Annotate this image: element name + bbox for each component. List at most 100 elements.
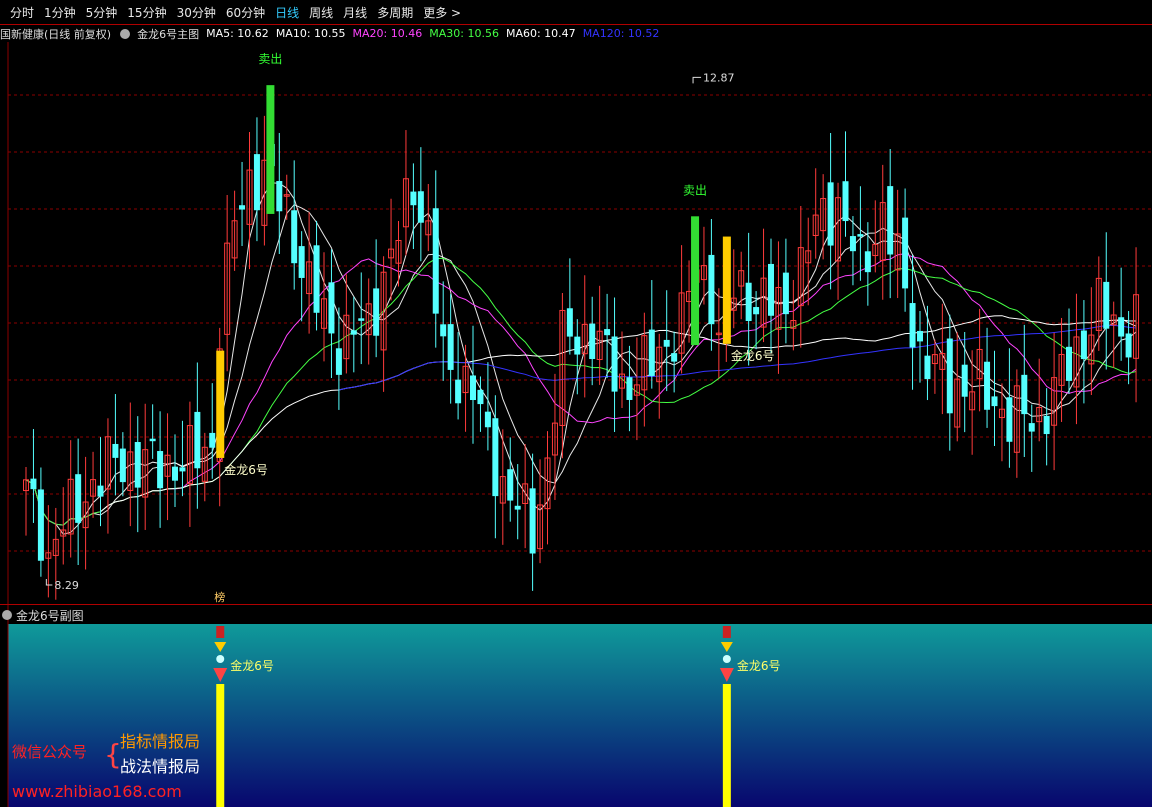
sub-yellow-bar [216, 684, 225, 807]
candle-body [119, 448, 126, 483]
candle-body [626, 377, 633, 400]
ma-line-ma60 [100, 315, 1137, 513]
candle-body [611, 336, 618, 392]
candle-body [663, 339, 670, 347]
candle-body [708, 254, 715, 325]
candle-body [447, 324, 454, 370]
candle-body [1125, 333, 1132, 358]
candle-body [432, 208, 439, 314]
candle-body [917, 330, 923, 342]
candle-body [1021, 374, 1028, 415]
sub-red-bar [722, 626, 731, 638]
candle-body [1006, 397, 1013, 442]
candle-body [745, 282, 752, 321]
candle-body [335, 348, 342, 375]
period-tab[interactable]: 日线 [275, 4, 299, 21]
period-tab[interactable]: 更多 > [423, 4, 461, 21]
candle-body [328, 282, 335, 334]
candle-body [768, 263, 774, 316]
indicator-name[interactable]: 金龙6号主图 [137, 26, 199, 42]
candle-body [477, 389, 484, 405]
period-tab[interactable]: 15分钟 [127, 4, 166, 21]
sell-bar [691, 216, 700, 346]
candle-body [589, 323, 596, 360]
period-tab[interactable]: 周线 [309, 4, 333, 21]
candle-body [30, 478, 37, 490]
watermark-url: www.zhibiao168.com [12, 782, 182, 801]
sub-signal-label: 金龙6号 [737, 658, 781, 673]
candle-body [864, 251, 871, 273]
sub-panel-background [8, 624, 1152, 807]
main-indicator-header: 国新健康(日线 前复权) 金龙6号主图 MA5: 10.62 MA10: 10.5… [0, 25, 1152, 42]
candle-body [373, 288, 380, 336]
period-tab[interactable]: 分时 [10, 4, 34, 21]
candle-body [648, 329, 655, 376]
candle-body [112, 443, 119, 458]
period-tab[interactable]: 多周期 [377, 4, 413, 21]
candle-body [298, 246, 305, 278]
candle-body [291, 210, 298, 264]
candle-body [574, 336, 581, 355]
candle-body [350, 330, 357, 335]
sub-red-bar [216, 626, 225, 638]
candle-body [194, 411, 201, 469]
candle-body [1043, 415, 1050, 435]
low-price-mark: 8.29 [54, 579, 79, 592]
signal-marks: 金龙6号金龙6号卖出卖出8.2912.87榜 [45, 52, 775, 604]
stock-title: 国新健康(日线 前复权) [0, 27, 112, 41]
candle-body [1066, 346, 1072, 381]
candle-body [842, 181, 849, 222]
period-tab[interactable]: 1分钟 [44, 4, 76, 21]
signal-label: 金龙6号 [731, 348, 775, 363]
candle-body [671, 353, 678, 362]
ma-legend-item: MA20: 10.46 [352, 27, 423, 40]
candle-body [417, 191, 424, 223]
candle-body [887, 186, 894, 255]
candle-body [410, 191, 417, 206]
period-tab[interactable]: 60分钟 [226, 4, 265, 21]
candle-body [849, 236, 856, 252]
candle-body [209, 432, 216, 448]
candle-body [604, 329, 611, 336]
candle-body [358, 318, 365, 321]
price-grid [8, 94, 1152, 552]
candle-body [1080, 330, 1087, 360]
candle-body [276, 181, 283, 212]
sub-signal-label: 金龙6号 [230, 658, 274, 673]
sell-label: 卖出 [683, 183, 707, 197]
sell-bar [266, 85, 275, 214]
candle-body [37, 489, 44, 561]
low-mark-pointer [45, 578, 53, 586]
ma-legend-item: MA30: 10.56 [429, 27, 499, 40]
candle-body [157, 451, 164, 489]
gem-icon [722, 655, 731, 663]
period-tab[interactable]: 月线 [343, 4, 367, 21]
candle-body [172, 466, 178, 481]
candle-body [149, 438, 156, 442]
candle-body [984, 361, 991, 410]
watermark-line2: 战法情报局 [120, 757, 200, 776]
candle-body [440, 324, 447, 337]
candle-body [1028, 423, 1035, 432]
candles [23, 115, 1140, 600]
candle-body [313, 245, 320, 313]
ma-legend: MA5: 10.62 MA10: 10.55 MA20: 10.46 MA30: 10… [206, 27, 666, 40]
signal-bar [216, 350, 225, 458]
candle-body [253, 154, 260, 211]
period-tab[interactable]: 5分钟 [86, 4, 118, 21]
candle-body [134, 442, 141, 488]
candle-body [1103, 281, 1110, 329]
candle-body [507, 469, 514, 501]
sub-indicator-name[interactable]: 金龙6号副图 [16, 607, 84, 624]
ma-legend-item: MA120: 10.52 [582, 27, 660, 40]
candle-body [179, 467, 186, 472]
ma-legend-item: MA5: 10.62 [206, 27, 269, 40]
kline-chart[interactable]: 金龙6号金龙6号卖出卖出8.2912.87榜 金龙6号 金龙6号微信公众号 {指标情… [0, 0, 1152, 807]
period-toolbar: 分时 1分钟 5分钟 15分钟 30分钟 60分钟 日线 周线 月线 多周期 更多 > [0, 0, 1152, 25]
sub-indicator-dropdown-icon[interactable] [2, 610, 12, 620]
indicator-dropdown-icon[interactable] [120, 28, 131, 39]
candle-body [492, 418, 499, 497]
candle-body [991, 396, 998, 407]
period-tab[interactable]: 30分钟 [177, 4, 216, 21]
ma-legend-item: MA60: 10.47 [505, 27, 576, 40]
